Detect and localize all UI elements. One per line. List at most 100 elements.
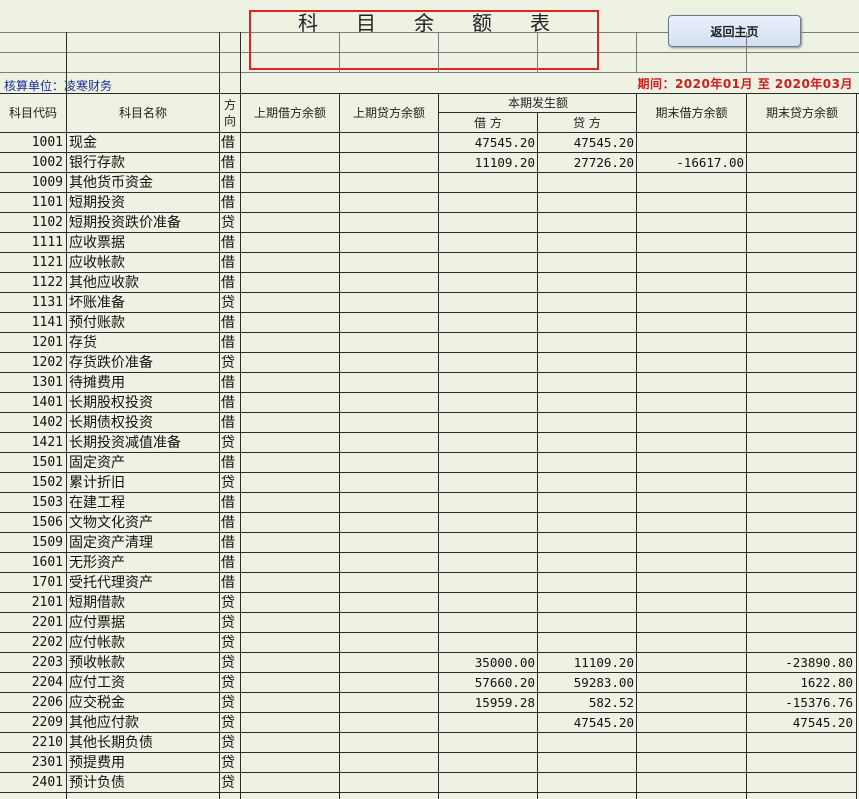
- direction-cell[interactable]: 贷: [221, 213, 240, 233]
- account-code-cell[interactable]: 1141: [3, 313, 63, 333]
- account-name-cell[interactable]: 现金: [69, 133, 219, 153]
- cur-credit-cell[interactable]: [538, 393, 634, 413]
- cur-debit-cell[interactable]: [439, 253, 535, 273]
- end-debit-cell[interactable]: [637, 653, 744, 673]
- prev-credit-cell[interactable]: [340, 613, 435, 633]
- prev-debit-cell[interactable]: [241, 233, 336, 253]
- prev-debit-cell[interactable]: [241, 473, 336, 493]
- cur-credit-cell[interactable]: [538, 173, 634, 193]
- cur-credit-cell[interactable]: [538, 613, 634, 633]
- cur-debit-cell[interactable]: [439, 333, 535, 353]
- cur-credit-cell[interactable]: [538, 213, 634, 233]
- prev-debit-cell[interactable]: [241, 633, 336, 653]
- direction-cell[interactable]: 贷: [221, 433, 240, 453]
- cur-credit-cell[interactable]: 59283.00: [538, 673, 634, 693]
- direction-cell[interactable]: 借: [221, 373, 240, 393]
- end-credit-cell[interactable]: [747, 613, 853, 633]
- end-debit-cell[interactable]: [637, 713, 744, 733]
- end-debit-cell[interactable]: [637, 333, 744, 353]
- end-credit-cell[interactable]: [747, 633, 853, 653]
- account-code-cell[interactable]: 2210: [3, 733, 63, 753]
- cur-debit-cell[interactable]: [439, 573, 535, 593]
- cur-debit-cell[interactable]: 47545.20: [439, 133, 535, 153]
- account-name-cell[interactable]: 应付票据: [69, 613, 219, 633]
- prev-credit-cell[interactable]: [340, 753, 435, 773]
- prev-debit-cell[interactable]: [241, 713, 336, 733]
- account-name-cell[interactable]: 短期投资: [69, 193, 219, 213]
- prev-debit-cell[interactable]: [241, 773, 336, 793]
- cur-credit-cell[interactable]: [538, 733, 634, 753]
- account-code-cell[interactable]: 1601: [3, 553, 63, 573]
- end-debit-cell[interactable]: [637, 453, 744, 473]
- cur-debit-cell[interactable]: 15959.28: [439, 693, 535, 713]
- cur-credit-cell[interactable]: [538, 773, 634, 793]
- cur-credit-cell[interactable]: [538, 233, 634, 253]
- prev-debit-cell[interactable]: [241, 733, 336, 753]
- cur-debit-cell[interactable]: [439, 213, 535, 233]
- account-name-cell[interactable]: 其他应收款: [69, 273, 219, 293]
- account-code-cell[interactable]: 1131: [3, 293, 63, 313]
- prev-credit-cell[interactable]: [340, 553, 435, 573]
- account-code-cell[interactable]: 1201: [3, 333, 63, 353]
- cur-credit-cell[interactable]: [538, 633, 634, 653]
- end-debit-cell[interactable]: [637, 373, 744, 393]
- cur-debit-cell[interactable]: [439, 313, 535, 333]
- cur-credit-cell[interactable]: [538, 433, 634, 453]
- prev-credit-cell[interactable]: [340, 513, 435, 533]
- account-name-cell[interactable]: 长期投资减值准备: [69, 433, 219, 453]
- cur-credit-cell[interactable]: [538, 493, 634, 513]
- cur-credit-cell[interactable]: 47545.20: [538, 133, 634, 153]
- end-debit-cell[interactable]: [637, 513, 744, 533]
- prev-credit-cell[interactable]: [340, 153, 435, 173]
- end-credit-cell[interactable]: [747, 353, 853, 373]
- direction-cell[interactable]: 借: [221, 513, 240, 533]
- end-credit-cell[interactable]: [747, 213, 853, 233]
- cur-credit-cell[interactable]: [538, 293, 634, 313]
- cur-credit-cell[interactable]: [538, 373, 634, 393]
- end-credit-cell[interactable]: [747, 753, 853, 773]
- account-name-cell[interactable]: 长期股权投资: [69, 393, 219, 413]
- prev-credit-cell[interactable]: [340, 133, 435, 153]
- cur-debit-cell[interactable]: [439, 773, 535, 793]
- direction-cell[interactable]: 借: [221, 553, 240, 573]
- end-debit-cell[interactable]: [637, 773, 744, 793]
- prev-credit-cell[interactable]: [340, 173, 435, 193]
- prev-debit-cell[interactable]: [241, 353, 336, 373]
- end-debit-cell[interactable]: [637, 533, 744, 553]
- cur-credit-cell[interactable]: [538, 273, 634, 293]
- prev-credit-cell[interactable]: [340, 473, 435, 493]
- account-name-cell[interactable]: 预计负债: [69, 773, 219, 793]
- prev-credit-cell[interactable]: [340, 713, 435, 733]
- end-credit-cell[interactable]: [747, 513, 853, 533]
- cur-debit-cell[interactable]: [439, 713, 535, 733]
- direction-cell[interactable]: 借: [221, 273, 240, 293]
- prev-credit-cell[interactable]: [340, 453, 435, 473]
- end-credit-cell[interactable]: 1622.80: [747, 673, 853, 693]
- end-credit-cell[interactable]: [747, 593, 853, 613]
- account-code-cell[interactable]: 1102: [3, 213, 63, 233]
- account-code-cell[interactable]: 1402: [3, 413, 63, 433]
- end-credit-cell[interactable]: [747, 313, 853, 333]
- direction-cell[interactable]: 借: [221, 453, 240, 473]
- direction-cell[interactable]: 贷: [221, 693, 240, 713]
- prev-debit-cell[interactable]: [241, 373, 336, 393]
- prev-credit-cell[interactable]: [340, 253, 435, 273]
- cur-credit-cell[interactable]: [538, 413, 634, 433]
- direction-cell[interactable]: 贷: [221, 713, 240, 733]
- end-credit-cell[interactable]: -23890.80: [747, 653, 853, 673]
- direction-cell[interactable]: 借: [221, 393, 240, 413]
- end-debit-cell[interactable]: [637, 733, 744, 753]
- account-code-cell[interactable]: 1001: [3, 133, 63, 153]
- cur-debit-cell[interactable]: [439, 193, 535, 213]
- account-name-cell[interactable]: 在建工程: [69, 493, 219, 513]
- account-name-cell[interactable]: 应付工资: [69, 673, 219, 693]
- prev-debit-cell[interactable]: [241, 133, 336, 153]
- account-code-cell[interactable]: 2209: [3, 713, 63, 733]
- account-name-cell[interactable]: 其他货币资金: [69, 173, 219, 193]
- end-debit-cell[interactable]: [637, 753, 744, 773]
- cur-debit-cell[interactable]: [439, 293, 535, 313]
- account-name-cell[interactable]: 应收帐款: [69, 253, 219, 273]
- end-credit-cell[interactable]: [747, 733, 853, 753]
- prev-credit-cell[interactable]: [340, 373, 435, 393]
- prev-debit-cell[interactable]: [241, 333, 336, 353]
